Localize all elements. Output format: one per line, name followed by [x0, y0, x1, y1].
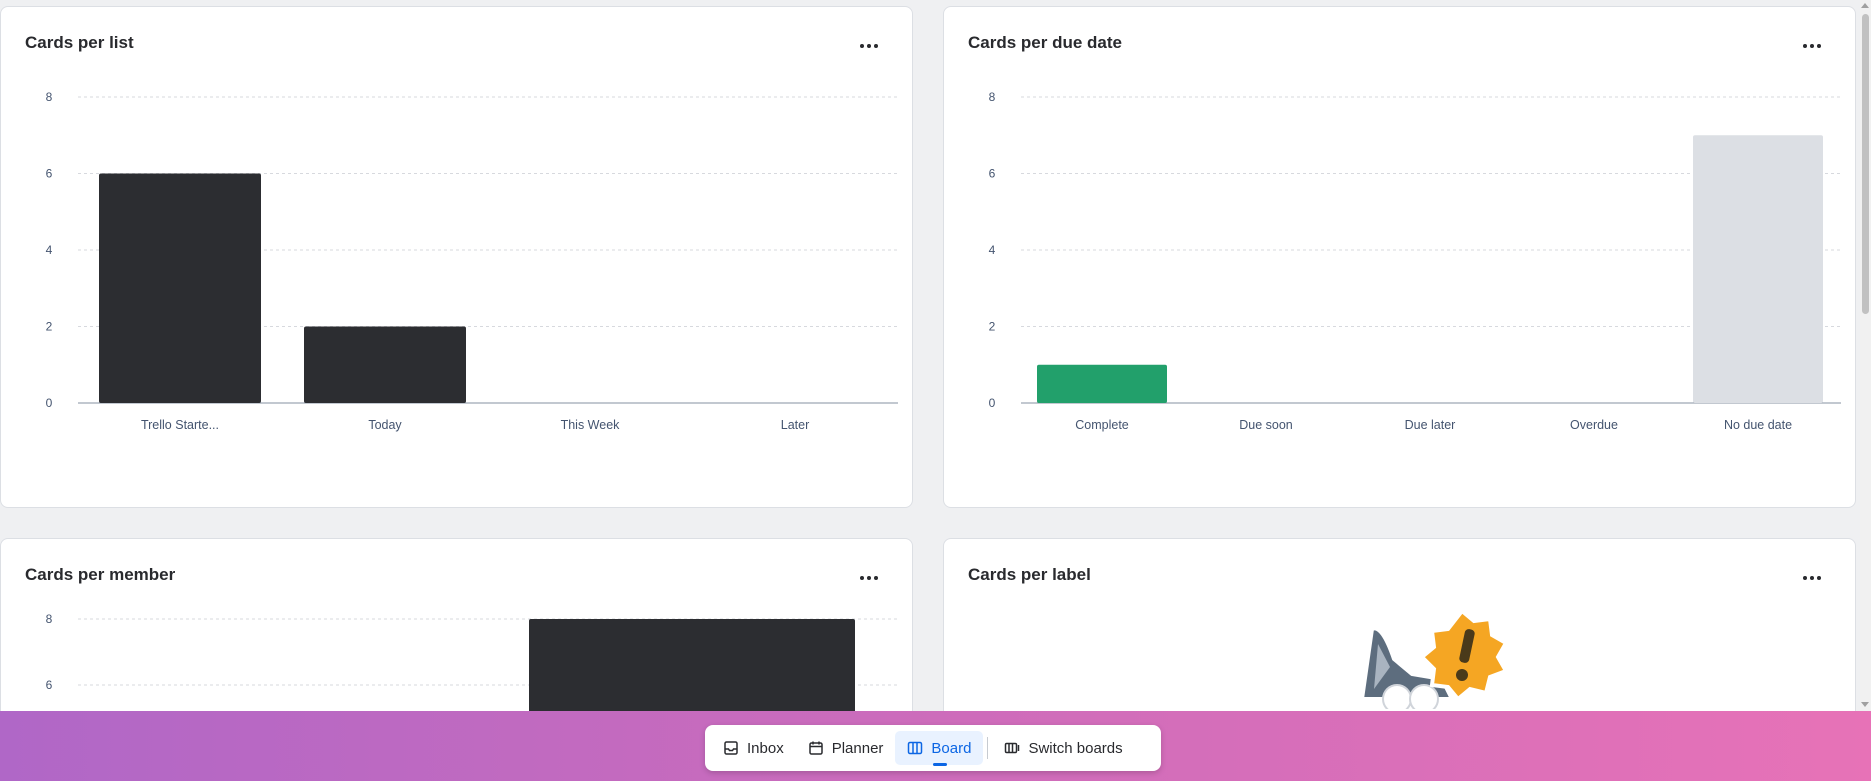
- bar: [99, 173, 261, 403]
- nav-switch-boards-label: Switch boards: [1028, 739, 1123, 757]
- board-icon: [908, 741, 923, 755]
- nav-inbox-label: Inbox: [747, 739, 784, 757]
- dot-icon: [1817, 576, 1821, 580]
- x-tick-label: Trello Starte...: [141, 418, 219, 432]
- cards-per-member-card: Cards per member 68: [0, 538, 913, 738]
- x-tick-label: This Week: [561, 418, 621, 432]
- y-tick-label: 2: [46, 320, 53, 334]
- y-tick-label: 4: [989, 243, 996, 257]
- inbox-icon: [724, 741, 738, 755]
- y-tick-label: 0: [46, 396, 53, 410]
- cards-per-member-chart: 68: [46, 612, 898, 737]
- y-tick-label: 8: [989, 90, 996, 104]
- scroll-up-arrow[interactable]: [1861, 3, 1869, 8]
- y-tick-label: 8: [46, 612, 53, 626]
- dot-icon: [1803, 576, 1807, 580]
- bottom-navigation-bar: Inbox Planner Board Switch boards: [0, 711, 1871, 781]
- scroll-thumb[interactable]: [1862, 14, 1869, 314]
- x-tick-label: Today: [368, 418, 402, 432]
- nav-planner[interactable]: Planner: [796, 731, 896, 765]
- bar: [1037, 364, 1167, 403]
- y-tick-label: 6: [989, 167, 996, 181]
- x-tick-label: Overdue: [1570, 418, 1618, 432]
- y-tick-label: 6: [46, 167, 53, 181]
- x-tick-label: Later: [781, 418, 810, 432]
- bar: [304, 326, 466, 403]
- cards-per-label-card: Cards per label: [943, 538, 1856, 738]
- bottom-nav-pill: Inbox Planner Board Switch boards: [705, 725, 1161, 771]
- nav-board-label: Board: [931, 739, 972, 757]
- bar: [1693, 135, 1823, 403]
- y-tick-label: 8: [46, 90, 53, 104]
- nav-planner-label: Planner: [831, 739, 884, 757]
- y-tick-label: 2: [989, 320, 996, 334]
- dot-icon: [1810, 576, 1814, 580]
- empty-state-illustration: [1359, 608, 1509, 709]
- cards-per-list-chart: 0 2 4 6 8 Trello Starte... Today This Week Later: [46, 90, 898, 432]
- nav-switch-boards[interactable]: Switch boards: [992, 731, 1134, 765]
- switch-boards-icon: [1005, 742, 1020, 754]
- x-tick-label: Due later: [1405, 418, 1456, 432]
- y-tick-label: 6: [46, 678, 53, 692]
- x-tick-label: No due date: [1724, 418, 1792, 432]
- scroll-down-arrow[interactable]: [1861, 702, 1869, 707]
- calendar-icon: [808, 741, 823, 755]
- cards-per-due-date-chart: 0 2 4 6 8 Complete Due soon Due later Overdue No …: [989, 90, 1841, 432]
- cards-per-due-date-card: Cards per due date 0 2 4 6 8 Complete Due soon…: [943, 6, 1856, 508]
- nav-inbox[interactable]: Inbox: [711, 731, 796, 765]
- y-tick-label: 4: [46, 243, 53, 257]
- more-options-button[interactable]: [1795, 563, 1829, 593]
- card-title: Cards per label: [968, 565, 1091, 584]
- cards-per-list-card: Cards per list 0 2 4 6 8 Trello Starte... Toda…: [0, 6, 913, 508]
- page-scrollbar[interactable]: [1860, 0, 1871, 711]
- nav-board[interactable]: Board: [895, 731, 984, 766]
- nav-divider: [987, 737, 989, 759]
- x-tick-label: Due soon: [1239, 418, 1293, 432]
- x-tick-label: Complete: [1075, 418, 1129, 432]
- y-tick-label: 0: [989, 396, 996, 410]
